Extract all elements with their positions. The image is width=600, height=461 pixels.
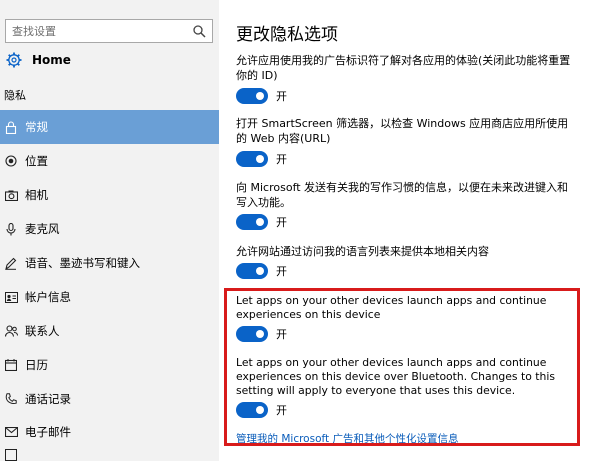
toggle-state-label: 开: [276, 90, 287, 103]
gear-icon: [6, 52, 22, 68]
camera-icon: [4, 188, 18, 202]
sidebar-item-account-info[interactable]: 帐户信息: [0, 280, 219, 314]
search-icon[interactable]: [193, 25, 206, 38]
sidebar-item-email[interactable]: 电子邮件: [0, 415, 219, 449]
email-icon: [4, 425, 18, 439]
option-text-advertising-id: 允许应用使用我的广告标识符了解对各应用的体验(关闭此功能将重置你的 ID): [236, 54, 571, 82]
section-label-privacy: 隐私: [4, 89, 26, 102]
toggle-writing-habits[interactable]: [236, 214, 268, 230]
search-input[interactable]: [6, 20, 186, 43]
sidebar-item-calendar[interactable]: 日历: [0, 348, 219, 382]
toggle-state-label: 开: [276, 265, 287, 278]
microphone-icon: [4, 222, 18, 236]
sidebar-item-call-history[interactable]: 通话记录: [0, 382, 219, 416]
option-text-language-list: 允许网站通过访问我的语言列表来提供本地相关内容: [236, 245, 489, 258]
page-title: 更改隐私选项: [236, 25, 338, 45]
sidebar-item-label: 常规: [25, 120, 48, 134]
sidebar-item-label: 通话记录: [25, 392, 71, 406]
highlight-box: [224, 288, 580, 446]
sidebar-item-microphone[interactable]: 麦克风: [0, 212, 219, 246]
sidebar-item-general[interactable]: 常规: [0, 110, 219, 144]
sidebar-item-label: 电子邮件: [25, 425, 71, 439]
toggle-smartscreen[interactable]: [236, 151, 268, 167]
sidebar-item-contacts[interactable]: 联系人: [0, 314, 219, 348]
home-button[interactable]: Home: [0, 48, 219, 72]
toggle-row-advertising-id: 开: [236, 88, 287, 104]
toggle-knob: [256, 267, 264, 275]
call-history-icon: [4, 392, 18, 406]
sidebar-item-label: 相机: [25, 188, 48, 202]
sidebar-item-label: 位置: [25, 154, 48, 168]
toggle-row-language-list: 开: [236, 263, 287, 279]
toggle-knob: [256, 92, 264, 100]
toggle-state-label: 开: [276, 216, 287, 229]
toggle-advertising-id[interactable]: [236, 88, 268, 104]
toggle-knob: [256, 218, 264, 226]
toggle-row-smartscreen: 开: [236, 151, 287, 167]
sidebar-item-camera[interactable]: 相机: [0, 178, 219, 212]
account-icon: [4, 290, 18, 304]
toggle-state-label: 开: [276, 153, 287, 166]
toggle-knob: [256, 155, 264, 163]
toggle-row-writing-habits: 开: [236, 214, 287, 230]
option-text-writing-habits: 向 Microsoft 发送有关我的写作习惯的信息，以便在未来改进键入和写入功能…: [236, 181, 569, 209]
toggle-language-list[interactable]: [236, 263, 268, 279]
sidebar-item-label: 联系人: [25, 324, 60, 338]
sidebar-item-more[interactable]: [0, 449, 219, 461]
sidebar-item-label: 日历: [25, 358, 48, 372]
sidebar: Home 隐私 常规 位置 相机 麦克风 语音、墨迹书写和键入: [0, 0, 219, 461]
calendar-icon: [4, 358, 18, 372]
tasks-icon: [4, 448, 18, 461]
sidebar-item-label: 语音、墨迹书写和键入: [25, 256, 140, 270]
sidebar-item-label: 麦克风: [25, 222, 60, 236]
sidebar-item-speech-inking-typing[interactable]: 语音、墨迹书写和键入: [0, 246, 219, 280]
option-text-smartscreen: 打开 SmartScreen 筛选器，以检查 Windows 应用商店应用所使用…: [236, 117, 569, 145]
sidebar-item-location[interactable]: 位置: [0, 144, 219, 178]
sidebar-item-label: 帐户信息: [25, 290, 71, 304]
home-label: Home: [32, 53, 71, 67]
lock-icon: [4, 120, 18, 134]
contacts-icon: [4, 324, 18, 338]
search-box[interactable]: [5, 19, 213, 43]
location-icon: [4, 154, 18, 168]
speech-icon: [4, 256, 18, 270]
